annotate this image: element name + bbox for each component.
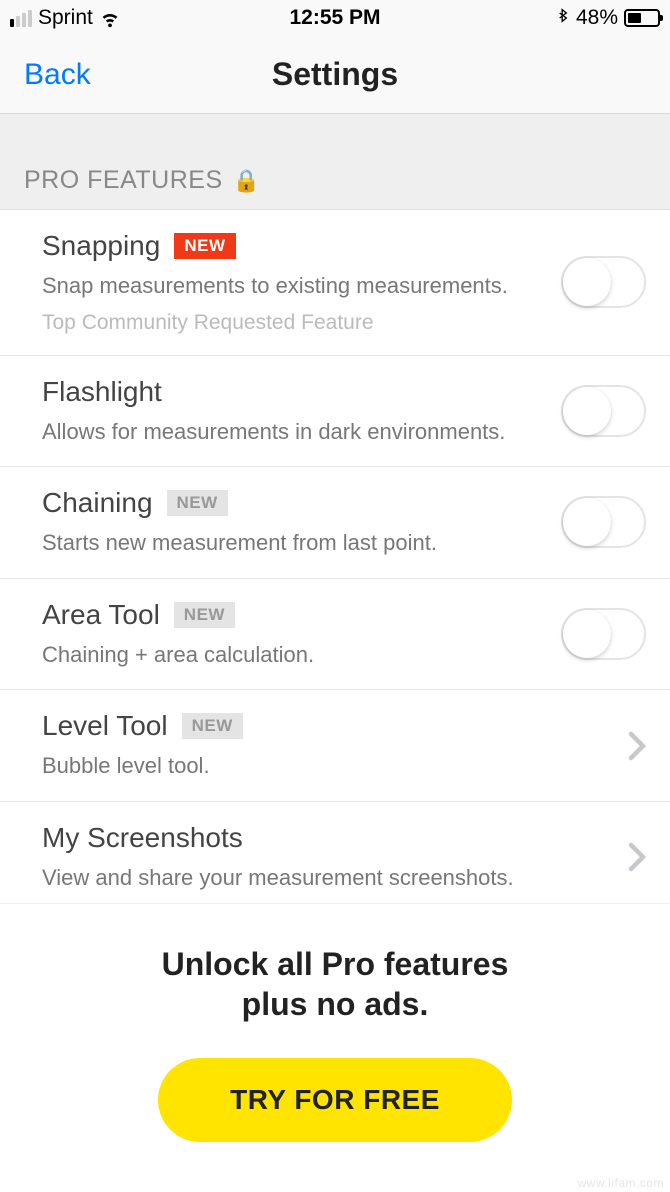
status-time: 12:55 PM	[289, 6, 380, 30]
setting-desc: Snap measurements to existing measuremen…	[42, 272, 541, 301]
try-for-free-button[interactable]: TRY FOR FREE	[158, 1058, 512, 1142]
setting-text: Chaining NEW Starts new measurement from…	[42, 487, 561, 558]
promo-panel: Unlock all Pro featuresplus no ads. TRY …	[0, 903, 670, 1192]
setting-text: Snapping NEW Snap measurements to existi…	[42, 230, 561, 335]
lock-icon: 🔒	[233, 168, 261, 194]
setting-title: Chaining	[42, 487, 153, 519]
status-bar: Sprint 12:55 PM 48%	[0, 0, 670, 36]
setting-flashlight[interactable]: Flashlight Allows for measurements in da…	[0, 356, 670, 468]
wifi-icon	[99, 7, 121, 29]
setting-desc: Allows for measurements in dark environm…	[42, 418, 541, 447]
setting-text: Flashlight Allows for measurements in da…	[42, 376, 561, 447]
setting-title: Area Tool	[42, 599, 160, 631]
new-badge: NEW	[167, 490, 228, 516]
battery-icon	[624, 9, 660, 27]
section-header-pro: PRO FEATURES 🔒	[0, 114, 670, 209]
promo-title: Unlock all Pro featuresplus no ads.	[20, 944, 650, 1024]
setting-text: My Screenshots View and share your measu…	[42, 822, 628, 893]
battery-percent: 48%	[576, 6, 618, 30]
setting-title: Snapping	[42, 230, 160, 262]
setting-desc: View and share your measurement screensh…	[42, 864, 608, 893]
new-badge: NEW	[174, 233, 235, 259]
setting-area-tool[interactable]: Area Tool NEW Chaining + area calculatio…	[0, 579, 670, 691]
bluetooth-icon	[556, 8, 570, 28]
setting-title: Flashlight	[42, 376, 162, 408]
setting-subtext: Top Community Requested Feature	[42, 311, 541, 335]
toggle-flashlight[interactable]	[561, 385, 646, 437]
setting-desc: Starts new measurement from last point.	[42, 529, 541, 558]
chevron-right-icon[interactable]	[628, 842, 646, 872]
settings-list: Snapping NEW Snap measurements to existi…	[0, 209, 670, 914]
new-badge: NEW	[182, 713, 243, 739]
toggle-chaining[interactable]	[561, 496, 646, 548]
new-badge: NEW	[174, 602, 235, 628]
setting-snapping[interactable]: Snapping NEW Snap measurements to existi…	[0, 210, 670, 356]
carrier-label: Sprint	[38, 6, 93, 30]
setting-chaining[interactable]: Chaining NEW Starts new measurement from…	[0, 467, 670, 579]
setting-my-screenshots[interactable]: My Screenshots View and share your measu…	[0, 802, 670, 914]
status-left: Sprint	[10, 6, 121, 30]
status-right: 48%	[556, 6, 660, 30]
section-header-label: PRO FEATURES	[24, 166, 223, 195]
setting-level-tool[interactable]: Level Tool NEW Bubble level tool.	[0, 690, 670, 802]
setting-title: Level Tool	[42, 710, 168, 742]
setting-desc: Chaining + area calculation.	[42, 641, 541, 670]
page-title: Settings	[272, 56, 398, 93]
chevron-right-icon[interactable]	[628, 731, 646, 761]
setting-title: My Screenshots	[42, 822, 243, 854]
toggle-snapping[interactable]	[561, 256, 646, 308]
setting-text: Level Tool NEW Bubble level tool.	[42, 710, 628, 781]
setting-desc: Bubble level tool.	[42, 752, 608, 781]
setting-text: Area Tool NEW Chaining + area calculatio…	[42, 599, 561, 670]
signal-icon	[10, 10, 32, 27]
back-button[interactable]: Back	[0, 58, 91, 92]
watermark: www.lifam.com	[577, 1176, 664, 1190]
nav-bar: Back Settings	[0, 36, 670, 114]
toggle-area-tool[interactable]	[561, 608, 646, 660]
